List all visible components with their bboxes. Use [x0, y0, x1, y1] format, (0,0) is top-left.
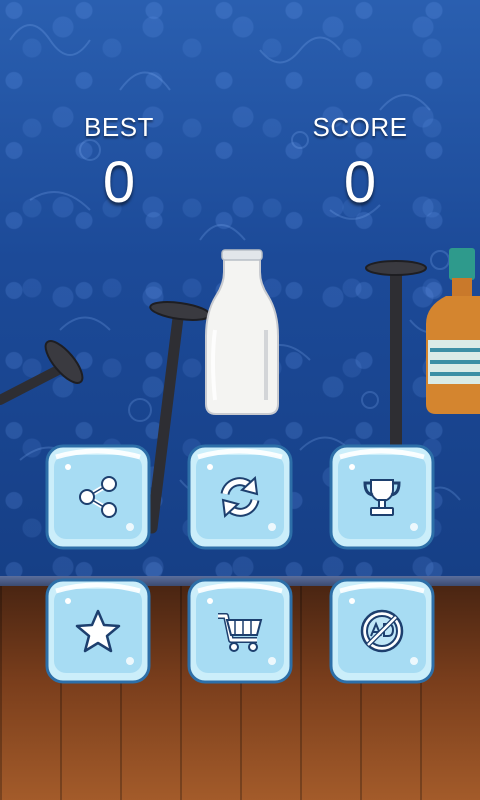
star-icon: [75, 609, 121, 653]
rate-button[interactable]: [44, 577, 152, 685]
milk-bottle: [205, 249, 279, 415]
whiskey-bottle: [426, 248, 480, 414]
trophy-icon: [363, 479, 401, 516]
game-screen: BEST 0 SCORE 0: [0, 0, 480, 800]
shop-button[interactable]: [186, 577, 294, 685]
no-ads-button[interactable]: [328, 577, 436, 685]
leaderboard-button[interactable]: [328, 443, 436, 551]
restart-button[interactable]: [186, 443, 294, 551]
refresh-icon: [220, 475, 260, 519]
share-button[interactable]: [44, 443, 152, 551]
no-ads-icon: [360, 609, 404, 653]
cart-icon: [218, 613, 263, 652]
share-icon: [79, 476, 117, 518]
tilted-pole-left: [0, 340, 84, 405]
standing-pole-right: [365, 260, 427, 450]
